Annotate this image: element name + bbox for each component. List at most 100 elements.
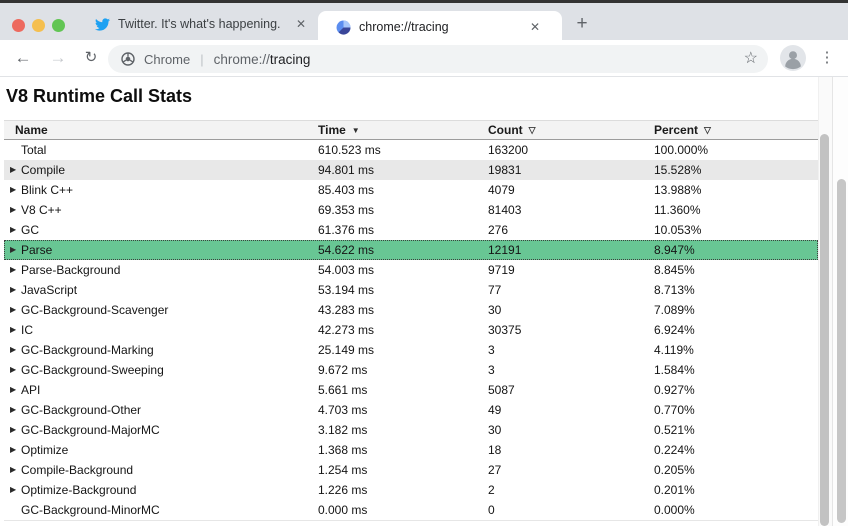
column-header-name[interactable]: Name: [15, 121, 48, 139]
row-count: 0: [488, 500, 495, 520]
bookmark-star-icon[interactable]: ☆: [744, 45, 758, 73]
row-percent: 0.000%: [654, 500, 695, 520]
table-row[interactable]: ▶ Parse 54.622 ms 12191 8.947%: [4, 240, 818, 260]
row-time: 61.376 ms: [318, 220, 374, 240]
expander-icon[interactable]: ▶: [10, 180, 21, 200]
table-row[interactable]: ▶ Parse-Background 54.003 ms 9719 8.845%: [4, 260, 818, 280]
row-name: Parse-Background: [21, 260, 120, 280]
new-tab-button[interactable]: +: [569, 6, 595, 43]
tab-twitter[interactable]: Twitter. It's what's happening. ✕: [80, 6, 316, 43]
table-row[interactable]: ▶ GC 61.376 ms 276 10.053%: [4, 220, 818, 240]
expander-icon[interactable]: ▶: [10, 420, 21, 440]
expander-icon[interactable]: ▶: [10, 300, 21, 320]
profile-avatar[interactable]: [780, 45, 806, 71]
zoom-window-button[interactable]: [52, 19, 65, 32]
back-icon[interactable]: ←: [12, 40, 34, 76]
browser-menu-icon[interactable]: ⋮: [818, 40, 836, 76]
forward-icon[interactable]: →: [47, 40, 69, 76]
reload-icon[interactable]: ↻: [80, 40, 102, 76]
row-time: 54.003 ms: [318, 260, 374, 280]
row-name: IC: [21, 320, 33, 340]
row-time: 94.801 ms: [318, 160, 374, 180]
row-count: 2: [488, 480, 495, 500]
row-count: 30375: [488, 320, 521, 340]
column-header-time[interactable]: Time▼: [318, 121, 360, 140]
table-row[interactable]: ▶ Optimize 1.368 ms 18 0.224%: [4, 440, 818, 460]
minimize-window-button[interactable]: [32, 19, 45, 32]
browser-toolbar: ← → ↻ Chrome | chrome:// tracing ☆: [0, 40, 848, 77]
table-row[interactable]: ▶ Blink C++ 85.403 ms 4079 13.988%: [4, 180, 818, 200]
table-row[interactable]: ▶ GC-Background-Marking 25.149 ms 3 4.11…: [4, 340, 818, 360]
tab-title: Twitter. It's what's happening.: [118, 6, 281, 43]
tab-close-icon[interactable]: ✕: [530, 11, 540, 43]
expander-icon[interactable]: ▶: [10, 400, 21, 420]
row-percent: 13.988%: [654, 180, 701, 200]
row-name: GC: [21, 220, 39, 240]
close-window-button[interactable]: [12, 19, 25, 32]
column-header-count[interactable]: Count▽: [488, 121, 536, 139]
row-count: 18: [488, 440, 501, 460]
page-scrollbar-thumb[interactable]: [837, 179, 846, 523]
row-name: GC-Background-Other: [21, 400, 141, 420]
table-row[interactable]: ▶ Optimize-Background 1.226 ms 2 0.201%: [4, 480, 818, 500]
row-percent: 8.845%: [654, 260, 695, 280]
row-percent: 7.089%: [654, 300, 695, 320]
expander-icon[interactable]: ▶: [10, 220, 21, 240]
table-row[interactable]: ▶ GC-Background-Other 4.703 ms 49 0.770%: [4, 400, 818, 420]
table-row[interactable]: ▶ API 5.661 ms 5087 0.927%: [4, 380, 818, 400]
table-row[interactable]: ▶ V8 C++ 69.353 ms 81403 11.360%: [4, 200, 818, 220]
expander-icon[interactable]: ▶: [10, 260, 21, 280]
row-name: V8 C++: [21, 200, 62, 220]
expander-icon[interactable]: ▶: [10, 200, 21, 220]
row-name: JavaScript: [21, 280, 77, 300]
url-host: tracing: [270, 52, 311, 67]
expander-icon[interactable]: ▶: [10, 320, 21, 340]
row-time: 85.403 ms: [318, 180, 374, 200]
origin-label: Chrome: [144, 52, 190, 67]
expander-icon[interactable]: ▶: [10, 340, 21, 360]
row-count: 163200: [488, 140, 528, 160]
row-time: 3.182 ms: [318, 420, 367, 440]
row-time: 5.661 ms: [318, 380, 367, 400]
row-name: API: [21, 380, 40, 400]
column-header-percent[interactable]: Percent▽: [654, 121, 711, 139]
table-row[interactable]: ▶ IC 42.273 ms 30375 6.924%: [4, 320, 818, 340]
tab-tracing[interactable]: chrome://tracing ✕: [318, 11, 562, 43]
row-name: Total: [21, 140, 46, 160]
row-name: Optimize-Background: [21, 480, 136, 500]
row-count: 9719: [488, 260, 515, 280]
table-row[interactable]: ▶ GC-Background-Scavenger 43.283 ms 30 7…: [4, 300, 818, 320]
row-time: 54.622 ms: [318, 240, 374, 260]
row-name: Blink C++: [21, 180, 73, 200]
expander-icon[interactable]: ▶: [10, 160, 21, 180]
expander-icon[interactable]: ▶: [10, 440, 21, 460]
expander-icon[interactable]: ▶: [10, 280, 21, 300]
table-row[interactable]: Total 610.523 ms 163200 100.000%: [4, 140, 818, 160]
expander-icon[interactable]: ▶: [10, 240, 21, 260]
row-percent: 0.224%: [654, 440, 695, 460]
chrome-page-icon: [121, 52, 135, 66]
table-row[interactable]: ▶ Compile-Background 1.254 ms 27 0.205%: [4, 460, 818, 480]
sort-inactive-icon: ▽: [704, 125, 711, 135]
row-percent: 8.713%: [654, 280, 695, 300]
table-scrollbar-thumb[interactable]: [820, 134, 829, 526]
row-percent: 0.521%: [654, 420, 695, 440]
expander-icon[interactable]: ▶: [10, 380, 21, 400]
table-row[interactable]: ▶ JavaScript 53.194 ms 77 8.713%: [4, 280, 818, 300]
table-body: Total 610.523 ms 163200 100.000% ▶ Compi…: [4, 140, 818, 520]
table-row[interactable]: ▶ GC-Background-MajorMC 3.182 ms 30 0.52…: [4, 420, 818, 440]
expander-icon[interactable]: ▶: [10, 360, 21, 380]
table-row[interactable]: GC-Background-MinorMC 0.000 ms 0 0.000%: [4, 500, 818, 520]
expander-icon[interactable]: ▶: [10, 480, 21, 500]
address-bar[interactable]: Chrome | chrome:// tracing ☆: [108, 45, 768, 73]
url-scheme: chrome://: [214, 52, 270, 67]
browser-window: Twitter. It's what's happening. ✕ chrome…: [0, 0, 848, 526]
page-title: V8 Runtime Call Stats: [6, 86, 192, 107]
table-row[interactable]: ▶ Compile 94.801 ms 19831 15.528%: [4, 160, 818, 180]
sort-desc-icon: ▼: [352, 126, 360, 135]
row-percent: 100.000%: [654, 140, 708, 160]
row-percent: 11.360%: [654, 200, 700, 220]
expander-icon[interactable]: ▶: [10, 460, 21, 480]
tab-close-icon[interactable]: ✕: [296, 6, 306, 43]
table-row[interactable]: ▶ GC-Background-Sweeping 9.672 ms 3 1.58…: [4, 360, 818, 380]
